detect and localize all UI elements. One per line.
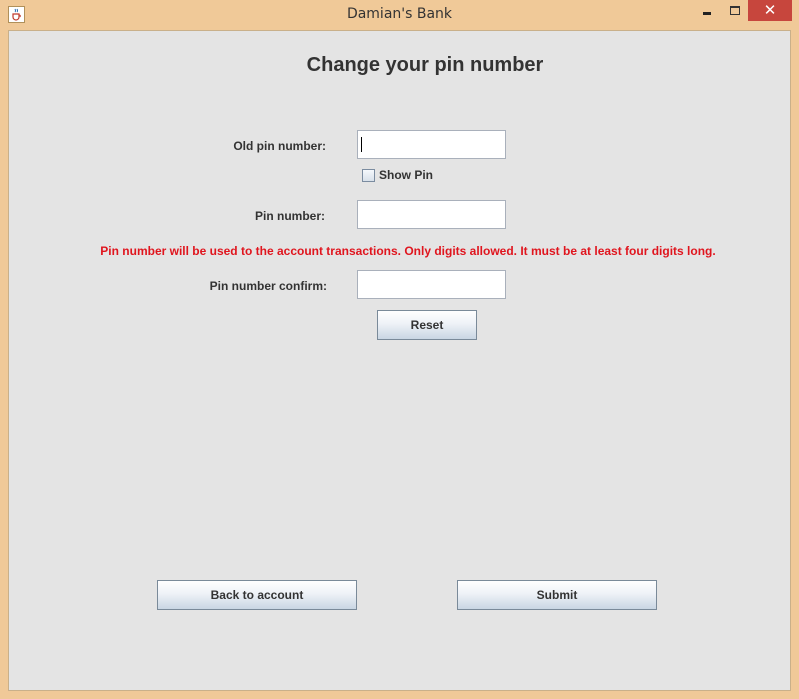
back-to-account-button[interactable]: Back to account	[157, 580, 357, 610]
close-icon: ✕	[763, 1, 777, 19]
app-window: Damian's Bank ✕ Change your pin number O…	[0, 0, 799, 699]
text-caret	[361, 137, 362, 152]
pin-label: Pin number:	[254, 209, 325, 223]
show-pin-checkbox[interactable]	[362, 169, 375, 182]
show-pin-label[interactable]: Show Pin	[379, 168, 433, 182]
close-button[interactable]: ✕	[748, 0, 792, 21]
page-title: Change your pin number	[306, 54, 544, 76]
maximize-icon[interactable]	[722, 0, 748, 21]
pin-confirm-field[interactable]	[357, 270, 506, 299]
pin-confirm-label: Pin number confirm:	[209, 279, 327, 293]
minimize-icon[interactable]	[694, 0, 722, 21]
pin-field[interactable]	[357, 200, 506, 229]
old-pin-field[interactable]	[357, 130, 506, 159]
title-bar[interactable]: Damian's Bank ✕	[0, 0, 799, 30]
submit-button[interactable]: Submit	[457, 580, 657, 610]
reset-button[interactable]: Reset	[377, 310, 477, 340]
old-pin-label: Old pin number:	[233, 139, 326, 153]
pin-hint: Pin number will be used to the account t…	[100, 244, 716, 258]
window-title: Damian's Bank	[346, 6, 453, 22]
